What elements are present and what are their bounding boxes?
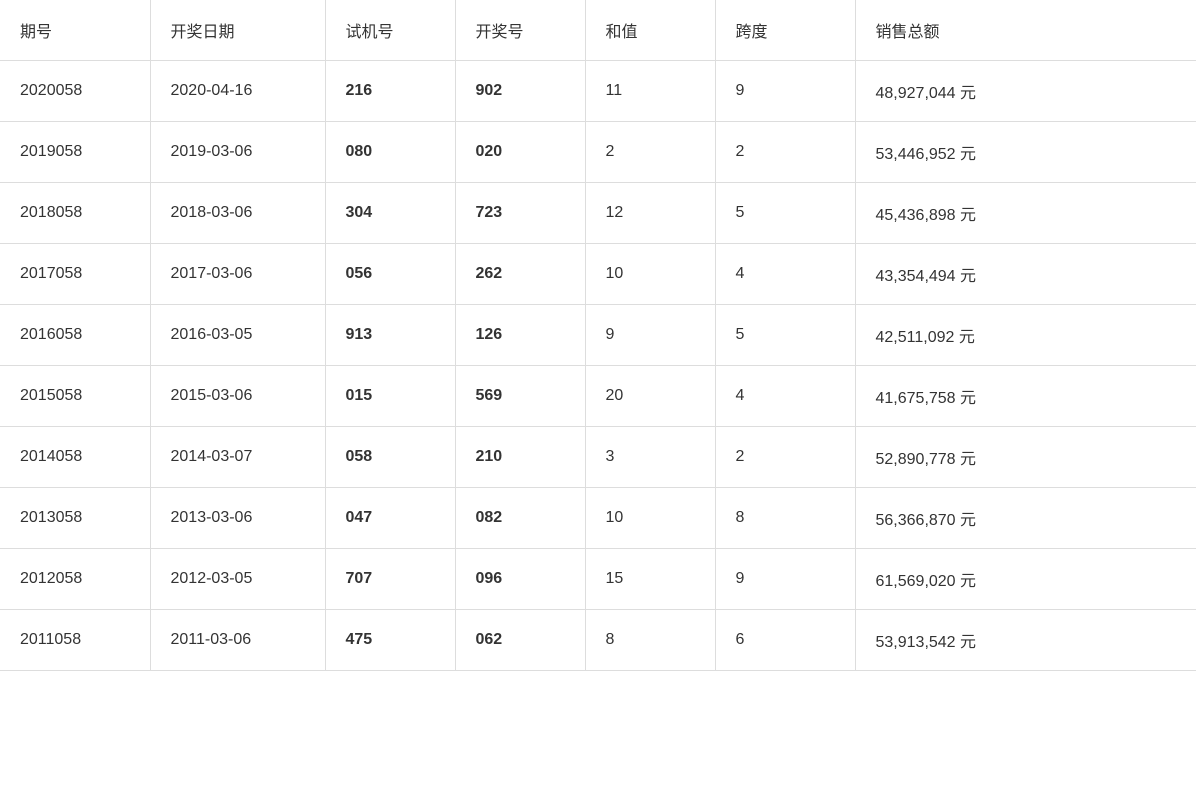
table-row: 20160582016-03-059131269542,511,092 元 <box>0 305 1196 366</box>
cell-kuadu: 9 <box>715 549 855 610</box>
cell-kuadu: 9 <box>715 61 855 122</box>
cell-kaijianghao: 096 <box>455 549 585 610</box>
table-header-row: 期号 开奖日期 试机号 开奖号 和值 跨度 销售总额 <box>0 0 1196 61</box>
cell-kaijangriqi: 2018-03-06 <box>150 183 325 244</box>
table-row: 20140582014-03-070582103252,890,778 元 <box>0 427 1196 488</box>
cell-qihao: 2018058 <box>0 183 150 244</box>
cell-kaijianghao: 062 <box>455 610 585 671</box>
cell-hezhi: 8 <box>585 610 715 671</box>
cell-qihao: 2011058 <box>0 610 150 671</box>
table-row: 20190582019-03-060800202253,446,952 元 <box>0 122 1196 183</box>
table-row: 20200582020-04-1621690211948,927,044 元 <box>0 61 1196 122</box>
cell-hezhi: 11 <box>585 61 715 122</box>
cell-kaijianghao: 126 <box>455 305 585 366</box>
cell-xiaoshouzonge: 52,890,778 元 <box>855 427 1196 488</box>
cell-xiaoshouzonge: 43,354,494 元 <box>855 244 1196 305</box>
header-kaijianghao: 开奖号 <box>455 0 585 61</box>
cell-qihao: 2012058 <box>0 549 150 610</box>
cell-kaijianghao: 569 <box>455 366 585 427</box>
table-row: 20150582015-03-0601556920441,675,758 元 <box>0 366 1196 427</box>
header-shijihao: 试机号 <box>325 0 455 61</box>
cell-kuadu: 2 <box>715 427 855 488</box>
cell-kaijangriqi: 2012-03-05 <box>150 549 325 610</box>
cell-kaijangriqi: 2020-04-16 <box>150 61 325 122</box>
cell-xiaoshouzonge: 48,927,044 元 <box>855 61 1196 122</box>
cell-qihao: 2015058 <box>0 366 150 427</box>
cell-xiaoshouzonge: 41,675,758 元 <box>855 366 1196 427</box>
main-container: 期号 开奖日期 试机号 开奖号 和值 跨度 销售总额 20200582020-0… <box>0 0 1196 786</box>
cell-shijihao: 304 <box>325 183 455 244</box>
cell-kaijangriqi: 2011-03-06 <box>150 610 325 671</box>
cell-kaijangriqi: 2015-03-06 <box>150 366 325 427</box>
table-row: 20120582012-03-0570709615961,569,020 元 <box>0 549 1196 610</box>
cell-shijihao: 216 <box>325 61 455 122</box>
cell-hezhi: 10 <box>585 488 715 549</box>
cell-kuadu: 6 <box>715 610 855 671</box>
header-kuadu: 跨度 <box>715 0 855 61</box>
header-xiaoshouzonge: 销售总额 <box>855 0 1196 61</box>
cell-kaijianghao: 723 <box>455 183 585 244</box>
cell-kaijianghao: 902 <box>455 61 585 122</box>
table-row: 20110582011-03-064750628653,913,542 元 <box>0 610 1196 671</box>
cell-qihao: 2016058 <box>0 305 150 366</box>
cell-kuadu: 5 <box>715 305 855 366</box>
cell-shijihao: 058 <box>325 427 455 488</box>
header-hezhi: 和值 <box>585 0 715 61</box>
cell-shijihao: 707 <box>325 549 455 610</box>
cell-qihao: 2014058 <box>0 427 150 488</box>
cell-xiaoshouzonge: 53,913,542 元 <box>855 610 1196 671</box>
cell-hezhi: 15 <box>585 549 715 610</box>
cell-kaijangriqi: 2013-03-06 <box>150 488 325 549</box>
table-row: 20130582013-03-0604708210856,366,870 元 <box>0 488 1196 549</box>
cell-hezhi: 3 <box>585 427 715 488</box>
cell-qihao: 2019058 <box>0 122 150 183</box>
cell-hezhi: 12 <box>585 183 715 244</box>
cell-hezhi: 9 <box>585 305 715 366</box>
cell-hezhi: 2 <box>585 122 715 183</box>
header-qihao: 期号 <box>0 0 150 61</box>
cell-shijihao: 080 <box>325 122 455 183</box>
cell-xiaoshouzonge: 53,446,952 元 <box>855 122 1196 183</box>
cell-kuadu: 8 <box>715 488 855 549</box>
cell-kaijianghao: 210 <box>455 427 585 488</box>
cell-kaijianghao: 082 <box>455 488 585 549</box>
cell-shijihao: 913 <box>325 305 455 366</box>
cell-qihao: 2017058 <box>0 244 150 305</box>
cell-xiaoshouzonge: 56,366,870 元 <box>855 488 1196 549</box>
cell-shijihao: 047 <box>325 488 455 549</box>
cell-shijihao: 475 <box>325 610 455 671</box>
cell-kaijianghao: 020 <box>455 122 585 183</box>
cell-shijihao: 015 <box>325 366 455 427</box>
cell-kuadu: 2 <box>715 122 855 183</box>
cell-kaijangriqi: 2014-03-07 <box>150 427 325 488</box>
cell-kuadu: 4 <box>715 244 855 305</box>
cell-kaijangriqi: 2016-03-05 <box>150 305 325 366</box>
table-row: 20180582018-03-0630472312545,436,898 元 <box>0 183 1196 244</box>
cell-shijihao: 056 <box>325 244 455 305</box>
cell-xiaoshouzonge: 45,436,898 元 <box>855 183 1196 244</box>
cell-hezhi: 20 <box>585 366 715 427</box>
cell-xiaoshouzonge: 42,511,092 元 <box>855 305 1196 366</box>
table-row: 20170582017-03-0605626210443,354,494 元 <box>0 244 1196 305</box>
cell-kuadu: 4 <box>715 366 855 427</box>
cell-hezhi: 10 <box>585 244 715 305</box>
cell-kaijianghao: 262 <box>455 244 585 305</box>
cell-kaijangriqi: 2017-03-06 <box>150 244 325 305</box>
cell-kaijangriqi: 2019-03-06 <box>150 122 325 183</box>
lottery-table: 期号 开奖日期 试机号 开奖号 和值 跨度 销售总额 20200582020-0… <box>0 0 1196 671</box>
header-kaijangriqi: 开奖日期 <box>150 0 325 61</box>
cell-xiaoshouzonge: 61,569,020 元 <box>855 549 1196 610</box>
cell-qihao: 2020058 <box>0 61 150 122</box>
cell-qihao: 2013058 <box>0 488 150 549</box>
cell-kuadu: 5 <box>715 183 855 244</box>
